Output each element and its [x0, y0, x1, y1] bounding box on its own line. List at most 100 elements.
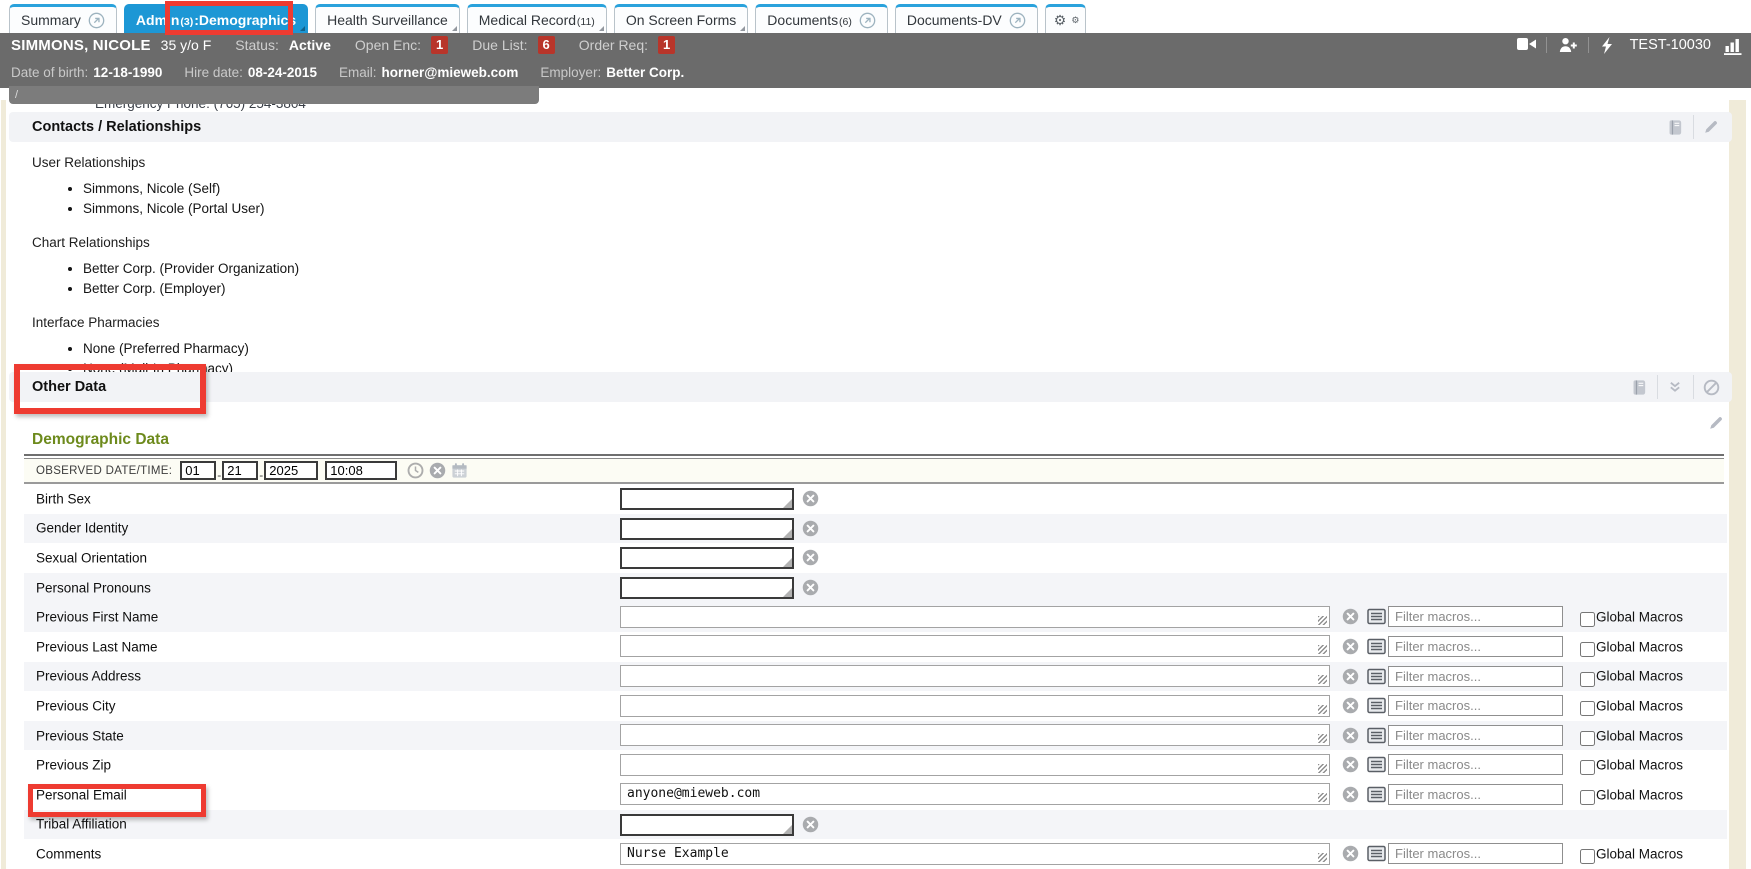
global-macros-checkbox[interactable]: [1580, 612, 1595, 627]
filter-macros-input[interactable]: [1388, 695, 1563, 716]
clock-icon[interactable]: [407, 462, 424, 479]
observed-day-input[interactable]: [222, 461, 258, 480]
coded-value-input[interactable]: [622, 490, 792, 508]
tab-summary[interactable]: Summary: [9, 4, 117, 33]
coded-value-input-wrap: [620, 488, 794, 510]
order-req-badge[interactable]: 1: [658, 36, 675, 54]
global-macros-checkbox[interactable]: [1580, 731, 1595, 746]
macros-list-icon[interactable]: [1367, 786, 1386, 803]
clear-field-icon[interactable]: [1342, 697, 1359, 714]
open-external-icon[interactable]: [859, 12, 876, 29]
field-textarea[interactable]: [621, 607, 1329, 627]
due-list-badge[interactable]: 6: [538, 36, 555, 54]
clear-field-icon[interactable]: [1342, 668, 1359, 685]
clear-field-icon[interactable]: [802, 579, 819, 596]
tab-documents-dv[interactable]: Documents-DV: [895, 4, 1038, 33]
tab-count: (3): [180, 16, 193, 28]
clear-field-icon[interactable]: [1342, 638, 1359, 655]
patient-header-bar: SIMMONS, NICOLE 35 y/o F Status: Active …: [0, 33, 1751, 57]
relationship-item: Better Corp. (Employer): [83, 279, 1709, 299]
clear-field-icon[interactable]: [802, 490, 819, 507]
video-camera-icon[interactable]: [1517, 37, 1534, 54]
global-macros-checkbox[interactable]: [1580, 849, 1595, 864]
clear-field-icon[interactable]: [802, 816, 819, 833]
right-scroll-strip[interactable]: [1729, 100, 1746, 869]
global-macros-label: Global Macros: [1596, 698, 1683, 713]
filter-macros-input[interactable]: [1388, 843, 1563, 864]
global-macros-checkbox[interactable]: [1580, 760, 1595, 775]
global-macros-checkbox[interactable]: [1580, 790, 1595, 805]
filter-macros-input[interactable]: [1388, 784, 1563, 805]
field-textarea[interactable]: [621, 666, 1329, 686]
global-macros-label: Global Macros: [1596, 610, 1683, 625]
coded-value-input[interactable]: [622, 549, 792, 567]
open-external-icon[interactable]: [88, 12, 105, 29]
filter-macros-input[interactable]: [1388, 725, 1563, 746]
details-subpanel: /: [9, 86, 539, 104]
field-textarea[interactable]: [621, 725, 1329, 745]
clear-field-icon[interactable]: [1342, 845, 1359, 862]
global-macros-checkbox[interactable]: [1580, 672, 1595, 687]
filter-macros-input[interactable]: [1388, 666, 1563, 687]
hire-date-label: Hire date:: [184, 65, 243, 80]
observed-year-input[interactable]: [264, 461, 318, 480]
collapse-chevrons-icon[interactable]: [1667, 379, 1684, 396]
form-row-previous-first-name: Previous First Name Global Macros: [24, 602, 1727, 632]
contacts-section-header: Contacts / Relationships: [9, 112, 1732, 142]
global-macros-checkbox[interactable]: [1580, 642, 1595, 657]
date-separator: -: [217, 468, 221, 482]
book-icon[interactable]: [1667, 119, 1684, 136]
clear-field-icon[interactable]: [1342, 786, 1359, 803]
observed-month-input[interactable]: [180, 461, 216, 480]
tab-admin[interactable]: Admin (3):Demographics: [124, 4, 308, 33]
add-person-icon[interactable]: [1559, 37, 1576, 54]
field-textarea[interactable]: [621, 636, 1329, 656]
global-macros-checkbox[interactable]: [1580, 701, 1595, 716]
form-row-personal-email: Personal EmailGlobal Macros: [24, 780, 1727, 810]
tab-menu-fold-icon: [740, 26, 745, 31]
coded-value-input[interactable]: [622, 579, 792, 597]
field-textarea[interactable]: [621, 784, 1329, 804]
field-label: Personal Pronouns: [36, 580, 151, 595]
tab-documents[interactable]: Documents (6): [755, 4, 888, 33]
filter-macros-input[interactable]: [1388, 754, 1563, 775]
tab-medical-record[interactable]: Medical Record (11): [467, 4, 607, 33]
clear-field-icon[interactable]: [802, 549, 819, 566]
field-label: Previous First Name: [36, 610, 158, 625]
tab-label: Documents (6): [767, 12, 852, 28]
field-textarea[interactable]: [621, 755, 1329, 775]
tab-on-screen-forms[interactable]: On Screen Forms: [614, 4, 748, 33]
settings-gears-icon[interactable]: ⚙⚙: [1045, 4, 1087, 33]
clear-field-icon[interactable]: [1342, 756, 1359, 773]
clear-circle-icon[interactable]: [429, 462, 446, 479]
open-external-icon[interactable]: [1009, 12, 1026, 29]
field-label: Previous Address: [36, 669, 141, 684]
clear-field-icon[interactable]: [1342, 608, 1359, 625]
chart-bars-icon[interactable]: [1723, 37, 1740, 54]
disable-circle-icon[interactable]: [1703, 379, 1720, 396]
macros-list-icon[interactable]: [1367, 697, 1386, 714]
clear-field-icon[interactable]: [1342, 727, 1359, 744]
text-area-wrap: [620, 724, 1330, 746]
macros-list-icon[interactable]: [1367, 727, 1386, 744]
filter-macros-input[interactable]: [1388, 606, 1563, 627]
open-enc-badge[interactable]: 1: [431, 36, 448, 54]
calendar-icon[interactable]: [451, 462, 468, 479]
coded-value-input[interactable]: [622, 520, 792, 538]
coded-value-input[interactable]: [622, 816, 792, 834]
observed-time-input[interactable]: [325, 461, 397, 480]
macros-list-icon[interactable]: [1367, 638, 1386, 655]
edit-pencil-icon[interactable]: [1703, 119, 1720, 136]
global-macros-label: Global Macros: [1596, 728, 1683, 743]
edit-pencil-icon[interactable]: [1708, 415, 1725, 432]
macros-list-icon[interactable]: [1367, 668, 1386, 685]
macros-list-icon[interactable]: [1367, 608, 1386, 625]
macros-list-icon[interactable]: [1367, 845, 1386, 862]
filter-macros-input[interactable]: [1388, 636, 1563, 657]
field-textarea[interactable]: [621, 844, 1329, 864]
clear-field-icon[interactable]: [802, 520, 819, 537]
field-textarea[interactable]: [621, 696, 1329, 716]
tab-health-surveillance[interactable]: Health Surveillance: [315, 4, 460, 33]
book-icon[interactable]: [1631, 379, 1648, 396]
macros-list-icon[interactable]: [1367, 756, 1386, 773]
